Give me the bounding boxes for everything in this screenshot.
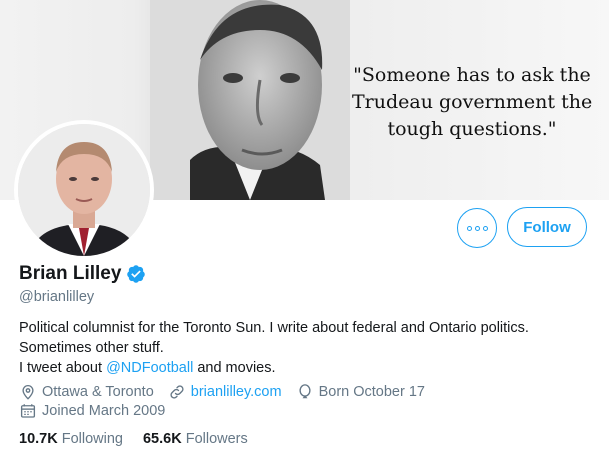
banner-quote-line-3: tough questions." <box>387 118 557 140</box>
followers-link[interactable]: 65.6K Followers <box>143 431 248 447</box>
bio-line-3: I tweet about @NDFootball and movies. <box>19 358 599 378</box>
follow-button[interactable]: Follow <box>507 207 587 247</box>
follow-stats: 10.7K Following 65.6K Followers <box>19 431 268 447</box>
followers-count: 65.6K <box>142 431 182 447</box>
more-horizontal-icon <box>466 225 472 231</box>
link-icon <box>170 385 184 399</box>
following-link[interactable]: 10.7K Following <box>19 431 123 447</box>
followers-label: Followers <box>185 431 248 447</box>
display-name: Brian Lilley <box>19 263 122 284</box>
bio-line-3-prefix: I tweet about <box>19 360 107 376</box>
more-options-button[interactable] <box>457 208 497 248</box>
banner-quote-line-1: "Someone has to ask the <box>353 64 591 86</box>
following-label: Following <box>61 431 123 447</box>
website-item[interactable]: brianlilley.com <box>168 383 282 401</box>
joined-text: Joined March 2009 <box>42 403 166 419</box>
more-horizontal-icon-dot <box>474 225 480 231</box>
following-count: 10.7K <box>19 431 58 447</box>
balloon-icon <box>299 384 311 399</box>
banner-quote: "Someone has to ask the Trudeau governme… <box>352 62 592 143</box>
joined-item: Joined March 2009 <box>19 402 165 420</box>
verified-badge-icon <box>127 265 146 283</box>
bio-line-3-suffix: and movies. <box>193 360 276 376</box>
location-text: Ottawa & Toronto <box>42 384 154 400</box>
profile-name-row: Brian Lilley <box>19 263 146 285</box>
profile-bio: Political columnist for the Toronto Sun.… <box>19 318 599 378</box>
bio-line-2: Sometimes other stuff. <box>19 340 164 356</box>
avatar[interactable] <box>14 120 154 260</box>
profile-meta-row-2: Joined March 2009 <box>19 402 179 420</box>
location-item: Ottawa & Toronto <box>19 383 154 401</box>
birthday-item: Born October 17 <box>296 383 425 401</box>
calendar-icon <box>20 404 36 418</box>
banner-quote-line-2: Trudeau government the <box>352 91 593 113</box>
avatar-image <box>18 124 150 256</box>
banner-photo <box>150 0 350 200</box>
more-horizontal-icon-dot <box>482 225 488 231</box>
website-link[interactable]: brianlilley.com <box>191 384 282 400</box>
birthday-text: Born October 17 <box>318 384 425 400</box>
profile-handle: @brianlilley <box>19 289 95 305</box>
profile-meta-row: Ottawa & Toronto brianlilley.com Born Oc… <box>19 383 439 401</box>
location-pin-icon <box>22 385 34 400</box>
bio-mention-link[interactable]: @NDFootball <box>106 360 193 376</box>
bio-line-1: Political columnist for the Toronto Sun.… <box>19 320 529 336</box>
